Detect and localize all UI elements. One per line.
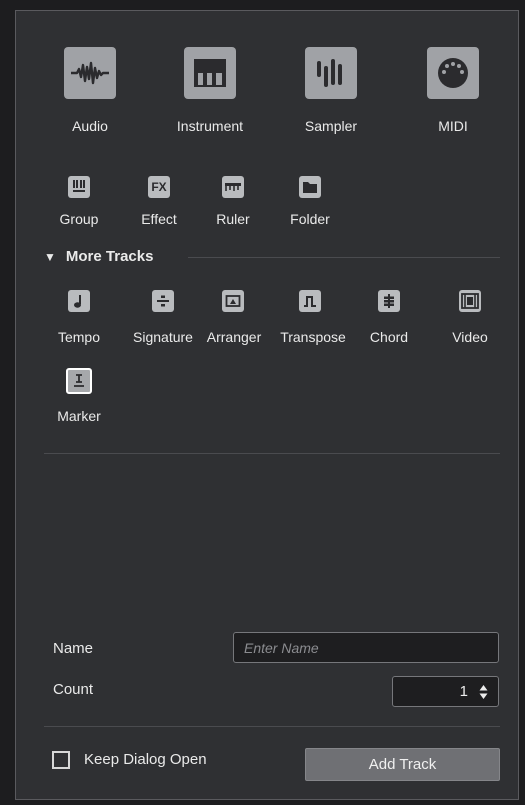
triangle-down-icon: ▼ (44, 249, 56, 264)
video-track-button[interactable] (459, 290, 481, 312)
ruler-icon (225, 183, 241, 191)
spin-up-down-icon[interactable] (479, 684, 488, 700)
ruler-track-label: Ruler (216, 211, 250, 227)
folder-track-button[interactable] (299, 176, 321, 198)
folder-track-label: Folder (290, 211, 330, 227)
group-icon (73, 180, 85, 192)
effect-track-button[interactable]: FX (148, 176, 170, 198)
signature-track-button[interactable] (152, 290, 174, 312)
add-track-button[interactable]: Add Track (305, 748, 500, 781)
tracks-bottom-divider (44, 453, 500, 454)
group-track-label: Group (59, 211, 99, 227)
video-track-label: Video (452, 329, 488, 345)
name-label: Name (53, 640, 94, 657)
marker-track-label: Marker (57, 408, 101, 424)
piano-keys-icon (194, 59, 226, 87)
audio-track-button[interactable] (64, 47, 116, 99)
transpose-track-label: Transpose (280, 329, 346, 345)
count-stepper[interactable]: 1 (392, 676, 499, 707)
chord-track-button[interactable] (378, 290, 400, 312)
arranger-track-label: Arranger (206, 329, 262, 345)
midi-track-label: MIDI (438, 118, 468, 134)
transpose-track-button[interactable] (299, 290, 321, 312)
tempo-note-icon (74, 295, 81, 308)
effect-track-label: Effect (141, 211, 177, 227)
arranger-track-button[interactable] (222, 290, 244, 312)
sampler-bars-icon (317, 59, 342, 87)
signature-divide-icon (157, 295, 169, 307)
add-track-dialog: Audio Instrument Sampler MIDI Group FX E… (15, 10, 519, 800)
more-tracks-toggle[interactable]: ▼ More Tracks (44, 248, 153, 265)
instrument-track-label: Instrument (176, 118, 244, 134)
more-tracks-divider (188, 257, 500, 258)
audio-waveform-icon (71, 61, 109, 85)
keep-dialog-open-label: Keep Dialog Open (84, 751, 207, 768)
count-value: 1 (459, 683, 468, 700)
transpose-icon (304, 296, 316, 307)
more-tracks-title: More Tracks (65, 248, 154, 265)
signature-track-label: Signature (133, 329, 193, 345)
chord-track-label: Chord (369, 329, 409, 345)
tempo-track-button[interactable] (68, 290, 90, 312)
chord-icon (384, 294, 394, 308)
instrument-track-button[interactable] (184, 47, 236, 99)
ruler-track-button[interactable] (222, 176, 244, 198)
audio-track-label: Audio (72, 118, 108, 134)
footer-divider (44, 726, 500, 727)
arranger-icon (225, 295, 241, 307)
video-film-icon (461, 293, 479, 309)
marker-icon (74, 374, 84, 387)
midi-track-button[interactable] (427, 47, 479, 99)
tempo-track-label: Tempo (57, 329, 101, 345)
sampler-track-button[interactable] (305, 47, 357, 99)
keep-dialog-open-checkbox[interactable] (52, 751, 70, 769)
group-track-button[interactable] (68, 176, 90, 198)
fx-icon: FX (151, 180, 167, 194)
marker-track-button[interactable] (66, 368, 92, 394)
name-input[interactable] (233, 632, 499, 663)
midi-connector-icon (438, 58, 468, 88)
folder-icon (303, 182, 317, 193)
sampler-track-label: Sampler (304, 118, 358, 134)
count-label: Count (53, 681, 94, 698)
